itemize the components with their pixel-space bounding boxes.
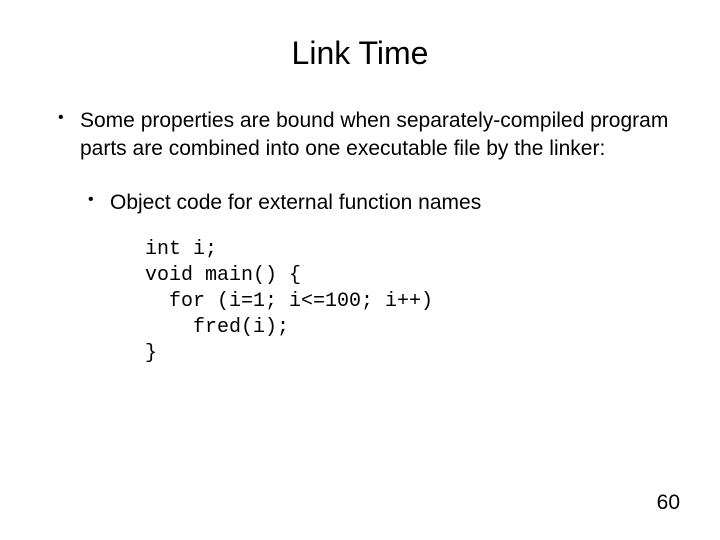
page-number: 60	[657, 491, 680, 515]
sub-bullet: Object code for external function names	[50, 189, 670, 217]
page-title: Link Time	[50, 35, 670, 72]
main-bullet: Some properties are bound when separatel…	[50, 107, 670, 164]
bullet-list: Some properties are bound when separatel…	[50, 107, 670, 217]
code-block: int i; void main() { for (i=1; i<=100; i…	[145, 237, 670, 367]
